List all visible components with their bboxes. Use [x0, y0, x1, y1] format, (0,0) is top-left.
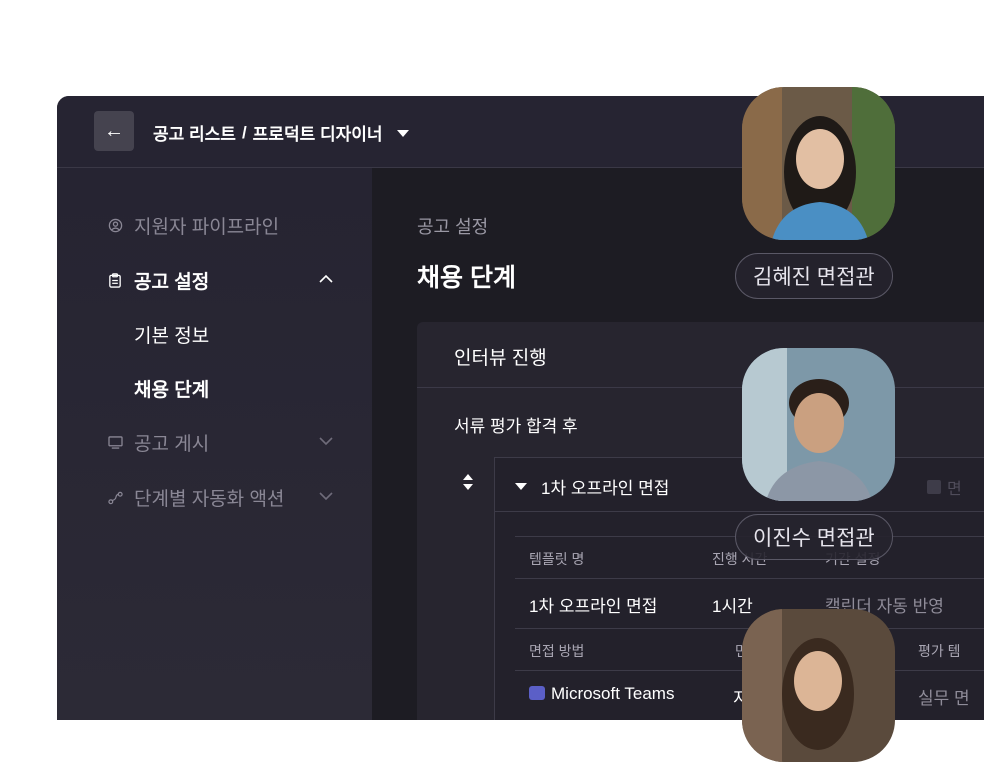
breadcrumb: 공고 리스트 / 프로덕트 디자이너 — [153, 120, 409, 145]
monitor-icon — [107, 435, 123, 451]
drag-handle-icon[interactable] — [461, 472, 475, 493]
section-breadcrumb: 공고 설정 — [417, 217, 489, 237]
breadcrumb-separator: / — [241, 122, 247, 142]
stage-header[interactable]: 1차 오프라인 면접 면 — [495, 458, 984, 512]
microsoft-teams-icon — [529, 686, 545, 700]
interviewer-avatar — [742, 609, 895, 762]
table-cell: Microsoft Teams — [529, 684, 674, 704]
calendar-icon — [927, 480, 941, 494]
breadcrumb-current[interactable]: 프로덕트 디자이너 — [253, 120, 383, 145]
stage-extra-text: 면 — [947, 481, 962, 498]
back-button[interactable]: ← — [94, 111, 134, 151]
column-header: 템플릿 명 — [529, 551, 585, 567]
meeting-tool-name: Microsoft Teams — [551, 684, 675, 703]
stage-title-text: 1차 오프라인 면접 — [541, 479, 670, 498]
column-header: 면접 방법 — [529, 643, 585, 659]
stage-extra: 면 — [927, 475, 962, 499]
sidebar-item-job-posting[interactable]: 공고 게시 — [107, 429, 209, 456]
sidebar-item-pipeline[interactable]: 지원자 파이프라인 — [107, 212, 279, 239]
chevron-up-icon[interactable] — [319, 270, 333, 286]
caret-down-icon[interactable] — [515, 483, 527, 490]
user-circle-icon — [107, 218, 123, 234]
stage-card: 인터뷰 진행 서류 평가 합격 후 1차 오프라인 면접 면 템플릿 명 진행 … — [417, 322, 984, 720]
chevron-down-icon[interactable] — [319, 433, 333, 449]
card-title: 인터뷰 진행 — [454, 348, 547, 369]
arrow-left-icon: ← — [104, 119, 124, 142]
stage-item: 1차 오프라인 면접 면 템플릿 명 진행 시간 기간 설정 1차 오프라인 면… — [494, 457, 984, 720]
sidebar-subitem-basic-info[interactable]: 기본 정보 — [134, 321, 209, 348]
sidebar-subitem-hiring-stages[interactable]: 채용 단계 — [134, 375, 209, 402]
sidebar-item-label: 지원자 파이프라인 — [134, 217, 280, 238]
sidebar-item-automation[interactable]: 단계별 자동화 액션 — [107, 484, 284, 511]
interviewer-avatar — [742, 348, 895, 501]
interviewer-name-badge: 이진수 면접관 — [735, 514, 893, 560]
interviewer-name-badge: 김혜진 면접관 — [735, 253, 893, 299]
column-header: 평가 템 — [918, 643, 961, 659]
breadcrumb-list-link[interactable]: 공고 리스트 — [153, 120, 236, 145]
flow-icon — [107, 490, 123, 506]
table-cell: 1시간 — [712, 597, 753, 616]
table-cell: 실무 면 — [918, 689, 970, 708]
interviewer-avatar — [742, 87, 895, 240]
page-title: 채용 단계 — [417, 264, 516, 292]
table-row: 1차 오프라인 면접 1시간 캘린더 자동 반영 — [515, 578, 984, 628]
stage-group-label: 서류 평가 합격 후 — [454, 417, 578, 436]
caret-down-icon[interactable] — [396, 130, 409, 137]
sidebar-item-label: 공고 게시 — [134, 434, 210, 455]
card-header[interactable]: 인터뷰 진행 — [417, 322, 984, 388]
sidebar-item-label: 단계별 자동화 액션 — [134, 489, 285, 510]
sidebar-item-label: 공고 설정 — [134, 272, 210, 293]
sidebar-item-job-settings[interactable]: 공고 설정 — [107, 267, 209, 294]
clipboard-icon — [107, 273, 123, 289]
stage-title[interactable]: 1차 오프라인 면접 — [515, 474, 669, 499]
table-cell: 1차 오프라인 면접 — [529, 597, 658, 616]
sidebar: 지원자 파이프라인 공고 설정 기본 정보 채용 단계 공고 게시 단계별 자동… — [57, 168, 372, 720]
chevron-down-icon[interactable] — [319, 488, 333, 504]
